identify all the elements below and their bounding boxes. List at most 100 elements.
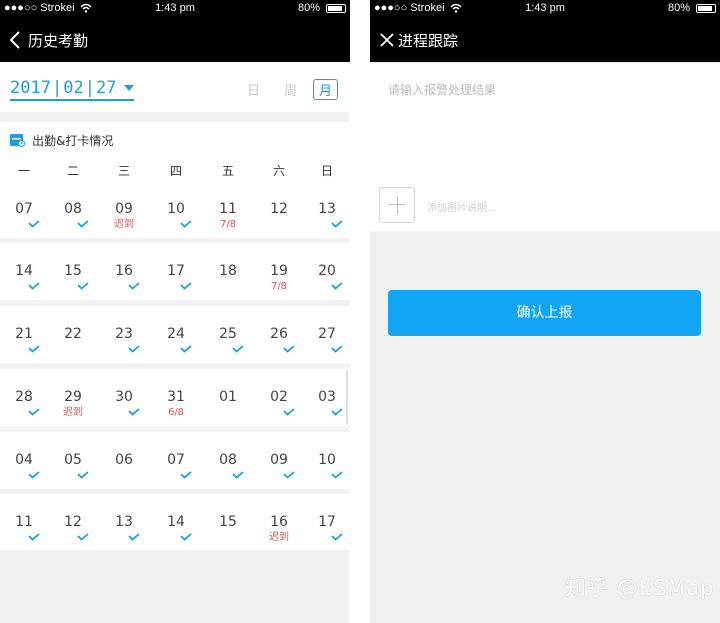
calendar-day[interactable]: 26 bbox=[259, 306, 299, 353]
checkmark-icon bbox=[331, 464, 343, 479]
tab-week[interactable]: 周 bbox=[284, 80, 297, 99]
calendar-day[interactable]: 02 bbox=[259, 369, 299, 416]
date-day: 27 bbox=[95, 78, 117, 98]
calendar-day[interactable]: 07 bbox=[4, 181, 44, 228]
attendance-note: 7/8 bbox=[270, 281, 288, 292]
calendar-day[interactable]: 06 bbox=[104, 432, 144, 468]
checkmark-icon bbox=[28, 401, 40, 416]
checkmark-icon bbox=[128, 275, 140, 290]
calendar-day[interactable]: 03 bbox=[307, 369, 347, 416]
checkmark-icon bbox=[28, 526, 40, 541]
calendar-day[interactable]: 20 bbox=[307, 243, 347, 290]
calendar-day[interactable]: 12 bbox=[259, 181, 299, 217]
calendar-day[interactable]: 09 bbox=[259, 432, 299, 479]
checkmark-icon bbox=[331, 213, 343, 228]
checkmark-icon bbox=[331, 401, 343, 416]
calendar-day[interactable]: 08 bbox=[208, 432, 248, 479]
calendar-day[interactable]: 18 bbox=[208, 243, 248, 279]
tab-day[interactable]: 日 bbox=[247, 80, 260, 99]
tab-month[interactable]: 月 bbox=[313, 79, 339, 100]
date-month: 02 bbox=[63, 78, 84, 98]
calendar-day[interactable]: 05 bbox=[53, 432, 93, 479]
calendar-day[interactable]: 21 bbox=[4, 306, 44, 353]
checkmark-icon bbox=[331, 526, 343, 541]
calendar-day[interactable]: 01 bbox=[208, 369, 248, 405]
caret-down-icon bbox=[124, 85, 135, 91]
day-number: 11 bbox=[219, 201, 237, 217]
calendar-day[interactable]: 10 bbox=[307, 432, 347, 479]
calendar-day[interactable]: 22 bbox=[53, 306, 93, 342]
day-number: 15 bbox=[219, 514, 237, 530]
day-number: 18 bbox=[219, 263, 237, 279]
date-row: 2017|02|27 日 周 月 bbox=[0, 62, 350, 112]
checkmark-icon bbox=[331, 275, 343, 290]
checkmark-icon bbox=[283, 401, 295, 416]
calendar-day[interactable]: 19 7/8 bbox=[259, 243, 299, 292]
close-icon[interactable] bbox=[379, 32, 395, 48]
calendar-day[interactable]: 25 bbox=[208, 306, 248, 353]
calendar-day[interactable]: 11 bbox=[4, 494, 44, 541]
calendar-week-row: 07 08 09 迟到 10 11 7/8 12 13 bbox=[0, 181, 350, 239]
calendar-day[interactable]: 16 bbox=[104, 243, 144, 290]
day-number: 01 bbox=[219, 389, 237, 405]
add-image-hint: 添加图片说明... bbox=[427, 203, 497, 214]
calendar-day[interactable]: 10 bbox=[156, 181, 196, 228]
checkmark-icon bbox=[331, 338, 343, 353]
calendar-day[interactable]: 24 bbox=[156, 306, 196, 353]
calendar-day[interactable]: 11 7/8 bbox=[208, 181, 248, 230]
calendar-day[interactable]: 15 bbox=[53, 243, 93, 290]
calendar-day[interactable]: 13 bbox=[104, 494, 144, 541]
section-title: 出勤&打卡情况 bbox=[32, 134, 114, 148]
calendar-day[interactable]: 30 bbox=[104, 369, 144, 416]
calendar-day[interactable]: 29 迟到 bbox=[53, 369, 93, 418]
weekday-label: 日 bbox=[320, 164, 333, 178]
calendar-day[interactable]: 31 6/8 bbox=[156, 369, 196, 418]
confirm-report-button[interactable]: 确认上报 bbox=[388, 290, 701, 336]
checkmark-icon bbox=[283, 338, 295, 353]
checkmark-icon bbox=[180, 464, 192, 479]
date-picker[interactable]: 2017|02|27 bbox=[10, 78, 135, 101]
weekday-label: 二 bbox=[66, 164, 79, 178]
calendar-day[interactable]: 17 bbox=[307, 494, 347, 541]
calendar-day[interactable]: 14 bbox=[156, 494, 196, 541]
calendar-day[interactable]: 23 bbox=[104, 306, 144, 353]
calendar-day[interactable]: 07 bbox=[156, 432, 196, 479]
checkmark-icon bbox=[128, 526, 140, 541]
checkmark-icon bbox=[77, 213, 89, 228]
calendar-day[interactable]: 15 bbox=[208, 494, 248, 530]
checkmark-icon bbox=[180, 338, 192, 353]
page-title: 历史考勤 bbox=[28, 32, 89, 50]
attendance-note: 6/8 bbox=[167, 407, 185, 418]
checkmark-icon bbox=[180, 213, 192, 228]
calendar-day[interactable]: 17 bbox=[156, 243, 196, 290]
day-number: 09 bbox=[115, 201, 133, 217]
add-image-button[interactable] bbox=[379, 187, 415, 223]
calendar-week-row: 28 29 迟到 30 31 6/8 01 02 03 bbox=[0, 369, 350, 427]
calendar-day[interactable]: 04 bbox=[4, 432, 44, 479]
calendar-day[interactable]: 16 迟到 bbox=[259, 494, 299, 543]
checkmark-icon bbox=[28, 213, 40, 228]
calendar-day[interactable]: 09 迟到 bbox=[104, 181, 144, 230]
calendar-day[interactable]: 12 bbox=[53, 494, 93, 541]
calendar-day[interactable]: 08 bbox=[53, 181, 93, 228]
battery-percent: 80% bbox=[297, 2, 320, 14]
calendar-day[interactable]: 28 bbox=[4, 369, 44, 416]
day-number: 22 bbox=[64, 326, 82, 342]
day-number: 06 bbox=[115, 452, 133, 468]
result-input[interactable]: 请输入报警处理结果 添加图片说明... bbox=[370, 62, 720, 231]
battery-icon bbox=[326, 4, 346, 13]
back-icon[interactable] bbox=[8, 30, 22, 50]
calendar-day[interactable]: 13 bbox=[307, 181, 347, 228]
day-number: 29 bbox=[64, 389, 82, 405]
calendar-day[interactable]: 14 bbox=[4, 243, 44, 290]
weekday-label: 三 bbox=[117, 164, 130, 178]
calendar-week-row: 14 15 16 17 18 19 7/8 20 bbox=[0, 243, 350, 301]
date-year: 2017 bbox=[10, 78, 51, 98]
attendance-section-header: 出勤&打卡情况 bbox=[0, 122, 350, 159]
checkmark-icon bbox=[128, 401, 140, 416]
calendar-day[interactable]: 27 bbox=[307, 306, 347, 353]
weekday-header: 一二三四五六日 bbox=[0, 158, 350, 180]
weekday-label: 五 bbox=[221, 164, 234, 178]
status-bar: ●●●○○ Strokei 1:43 pm 80% bbox=[0, 0, 350, 18]
watermark: 知乎 @ESMap bbox=[565, 576, 715, 600]
